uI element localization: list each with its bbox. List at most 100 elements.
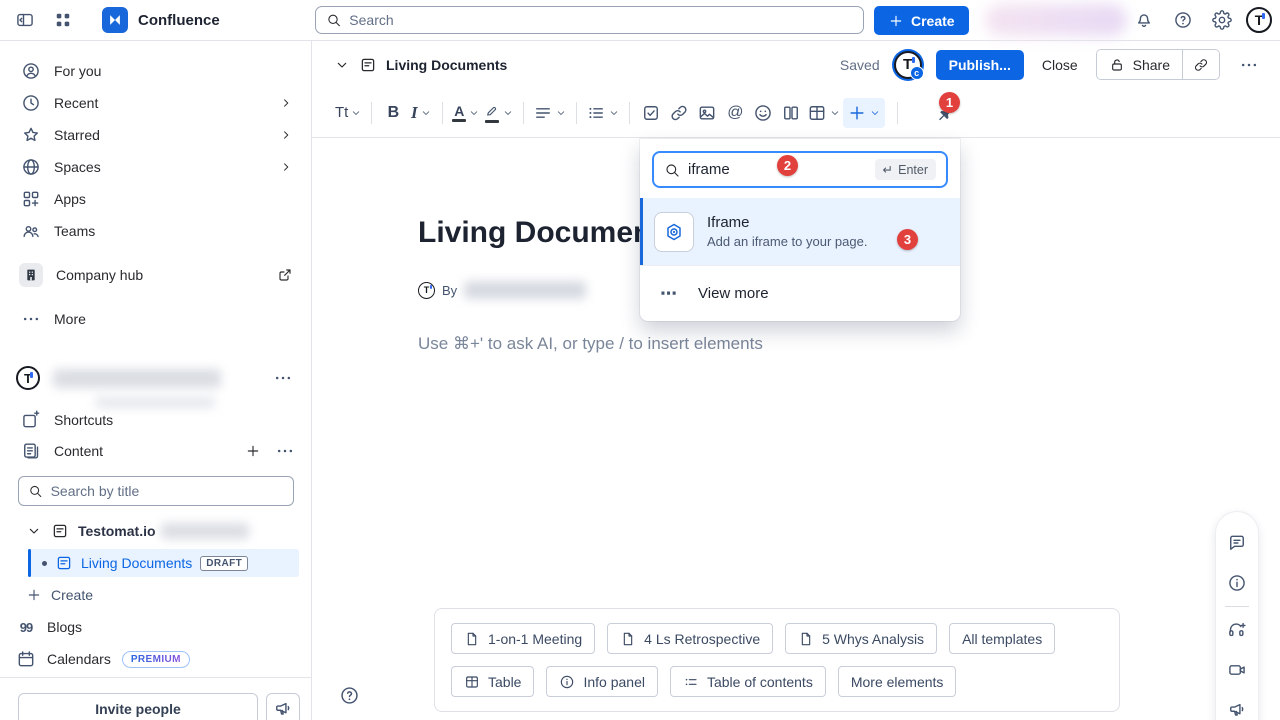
selected-indicator <box>28 549 31 577</box>
invite-people-button[interactable]: Invite people <box>18 693 258 720</box>
edit-badge: c <box>910 66 924 80</box>
tree-item-space[interactable]: Testomat.io <box>0 515 311 547</box>
bullet-icon <box>42 561 47 566</box>
app-window: Confluence Create T For you Recent Starr… <box>0 0 1280 720</box>
emoji-button[interactable] <box>749 98 777 128</box>
template-button-1on1[interactable]: 1-on-1 Meeting <box>451 623 595 654</box>
user-avatar[interactable]: T <box>1246 7 1272 33</box>
calendar-icon <box>16 649 36 669</box>
more-actions-button[interactable] <box>1234 50 1264 80</box>
collapse-sidebar-button[interactable] <box>10 5 40 35</box>
sidebar-item-content[interactable]: Content <box>0 435 311 467</box>
close-button[interactable]: Close <box>1038 57 1082 73</box>
saved-status: Saved <box>840 57 880 73</box>
copy-link-button[interactable] <box>1183 50 1219 79</box>
sidebar-item-spaces[interactable]: Spaces <box>0 151 311 183</box>
confluence-logo <box>102 7 128 33</box>
highlight-color-button[interactable] <box>482 98 516 128</box>
text-styles-button[interactable]: Tt <box>333 98 364 128</box>
text-color-button[interactable]: A <box>450 98 482 128</box>
help-button[interactable] <box>1168 5 1198 35</box>
plus-icon <box>26 587 42 603</box>
more-dots-icon[interactable] <box>273 368 293 388</box>
template-button-4ls[interactable]: 4 Ls Retrospective <box>607 623 773 654</box>
support-button[interactable] <box>1217 610 1257 650</box>
emoji-icon <box>753 103 773 123</box>
insert-image-button[interactable] <box>693 98 721 128</box>
publish-button[interactable]: Publish... <box>936 50 1024 80</box>
chevron-down-icon <box>420 107 432 119</box>
editing-user-avatar[interactable]: Tc <box>894 51 922 79</box>
sidebar-item-calendars[interactable]: CalendarsPREMIUM <box>0 643 311 675</box>
sidebar-item-starred[interactable]: Starred <box>0 119 311 151</box>
insert-info-panel-shortcut[interactable]: Info panel <box>546 666 658 697</box>
more-dots-icon[interactable] <box>275 441 295 461</box>
sidebar-item-teams[interactable]: Teams <box>0 215 311 247</box>
insert-table-button[interactable] <box>805 98 843 128</box>
tree-create-button[interactable]: Create <box>0 579 311 611</box>
sidebar-item-shortcuts[interactable]: Shortcuts <box>0 405 311 435</box>
video-button[interactable] <box>1217 650 1257 690</box>
sidebar-item-blogs[interactable]: 99Blogs <box>0 611 311 643</box>
at-icon: @ <box>727 104 743 122</box>
sidebar-item-company-hub[interactable]: Company hub <box>0 259 311 291</box>
lists-button[interactable] <box>584 98 622 128</box>
global-search-input[interactable] <box>349 12 853 28</box>
breadcrumb[interactable]: Living Documents <box>386 57 507 73</box>
announce-button[interactable] <box>1217 690 1257 720</box>
more-elements-button[interactable]: More elements <box>838 666 957 697</box>
comments-button[interactable] <box>1217 523 1257 563</box>
feedback-megaphone-button[interactable] <box>266 693 300 720</box>
tree-item-living-documents[interactable]: Living Documents DRAFT <box>28 549 299 577</box>
details-button[interactable] <box>1217 563 1257 603</box>
view-more-button[interactable]: ⋯ View more <box>640 265 960 321</box>
sidebar: For you Recent Starred Spaces Apps Teams… <box>0 41 312 720</box>
content-search[interactable] <box>18 476 294 506</box>
enter-key-hint: ↵Enter <box>875 159 936 180</box>
unlock-icon <box>1109 57 1125 73</box>
premium-badge: PREMIUM <box>122 651 190 668</box>
result-description: Add an iframe to your page. <box>707 234 867 249</box>
italic-button[interactable]: I <box>407 98 435 128</box>
chevron-down-icon <box>608 107 620 119</box>
sidebar-item-apps[interactable]: Apps <box>0 183 311 215</box>
chevron-down-icon[interactable] <box>26 523 42 539</box>
alignment-button[interactable] <box>531 98 569 128</box>
sidebar-item-more[interactable]: More <box>0 303 311 335</box>
share-button[interactable]: Share <box>1097 50 1182 79</box>
sidebar-item-recent[interactable]: Recent <box>0 87 311 119</box>
template-button-5whys[interactable]: 5 Whys Analysis <box>785 623 937 654</box>
chevron-down-icon <box>555 107 567 119</box>
insert-search[interactable]: ↵Enter <box>652 151 948 188</box>
global-search[interactable] <box>315 6 864 34</box>
mention-button[interactable]: @ <box>721 98 749 128</box>
notifications-button[interactable] <box>1129 5 1159 35</box>
app-switcher-button[interactable] <box>48 5 78 35</box>
create-button[interactable]: Create <box>874 6 969 35</box>
sidebar-divider <box>0 677 311 678</box>
insert-elements-button[interactable] <box>843 98 885 128</box>
bold-button[interactable]: B <box>379 98 407 128</box>
sidebar-item-for-you[interactable]: For you <box>0 55 311 87</box>
content-icon <box>21 441 41 461</box>
editor-help-button[interactable] <box>339 685 360 706</box>
content-search-input[interactable] <box>51 483 284 499</box>
insert-table-shortcut[interactable]: Table <box>451 666 534 697</box>
all-templates-button[interactable]: All templates <box>949 623 1055 654</box>
space-header[interactable]: T <box>0 363 311 393</box>
task-list-button[interactable] <box>637 98 665 128</box>
settings-button[interactable] <box>1207 5 1237 35</box>
columns-icon <box>781 103 801 123</box>
chevron-down-icon[interactable] <box>334 57 350 73</box>
link-icon <box>1193 57 1209 73</box>
bullet-list-icon <box>586 103 606 123</box>
divider <box>1225 606 1249 607</box>
draft-badge: DRAFT <box>200 556 248 571</box>
building-icon <box>19 263 43 287</box>
add-content-icon[interactable] <box>245 443 261 459</box>
layouts-button[interactable] <box>777 98 805 128</box>
insert-toc-shortcut[interactable]: Table of contents <box>670 666 826 697</box>
insert-link-button[interactable] <box>665 98 693 128</box>
context-panel <box>1216 512 1258 720</box>
chevron-right-icon <box>279 128 293 142</box>
